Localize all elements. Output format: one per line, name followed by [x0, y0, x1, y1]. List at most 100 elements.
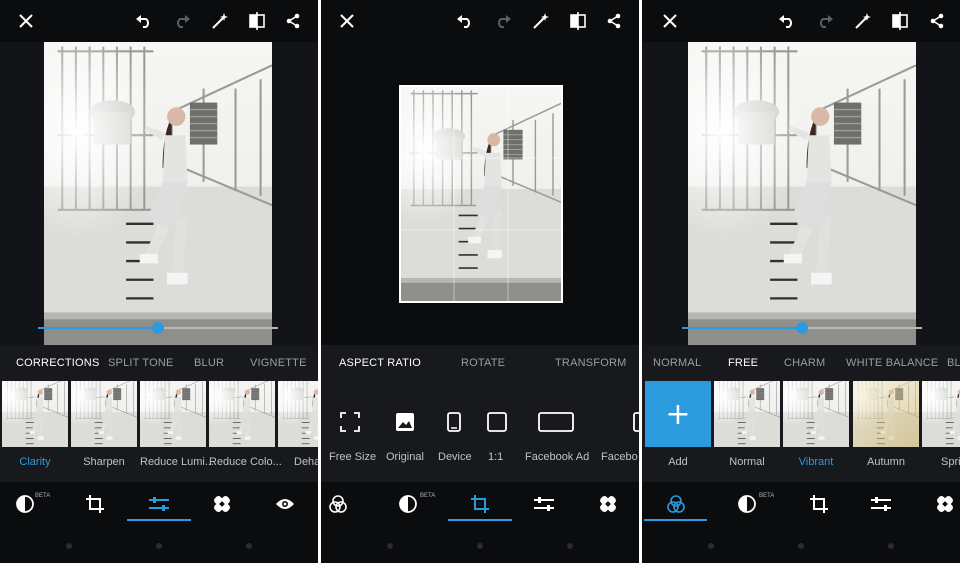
- top-toolbar: [642, 0, 960, 42]
- auto-fix-icon[interactable]: [208, 9, 232, 33]
- beta-badge: BETA: [420, 493, 436, 499]
- slider-fill: [38, 327, 158, 329]
- close-icon[interactable]: [335, 9, 359, 33]
- system-nav-bar: [0, 528, 318, 563]
- tab-more[interactable]: BL: [947, 357, 960, 369]
- thumbnail-autumn[interactable]: [853, 381, 919, 447]
- tab-normal[interactable]: NORMAL: [653, 357, 701, 369]
- beta-badge: BETA: [759, 493, 775, 499]
- thumbnail-vibrant[interactable]: [783, 381, 849, 447]
- option-label: Facebo: [601, 451, 638, 463]
- square-ratio-icon[interactable]: [482, 408, 512, 436]
- option-label: Free Size: [329, 451, 377, 463]
- thumbnail-sharpen[interactable]: [71, 381, 137, 447]
- share-icon[interactable]: [281, 9, 305, 33]
- nav-recents[interactable]: [888, 543, 894, 549]
- top-toolbar: [0, 0, 318, 42]
- eye-icon[interactable]: [272, 492, 298, 516]
- screen-looks: NORMAL FREE CHARM WHITE BALANCE BL + Add…: [642, 0, 960, 563]
- looks-icon[interactable]: [734, 492, 760, 516]
- slider-thumb[interactable]: [152, 322, 164, 334]
- undo-icon[interactable]: [775, 9, 799, 33]
- active-tool-indicator: [448, 519, 512, 521]
- photo-canvas[interactable]: [0, 42, 318, 345]
- tab-rotate[interactable]: ROTATE: [461, 357, 505, 369]
- undo-icon[interactable]: [453, 9, 477, 33]
- crop-canvas[interactable]: [321, 42, 639, 345]
- thumbnail-normal[interactable]: [714, 381, 780, 447]
- screen-corrections: CORRECTIONS SPLIT TONE BLUR VIGNETTE Cla…: [0, 0, 318, 563]
- intensity-slider[interactable]: [682, 322, 922, 334]
- thumbnail-dehaze[interactable]: [278, 381, 318, 447]
- tab-white-balance[interactable]: WHITE BALANCE: [846, 357, 938, 369]
- active-tool-indicator: [127, 519, 191, 521]
- thumbnail-label: Autumn: [867, 456, 905, 468]
- redo-icon[interactable]: [491, 9, 515, 33]
- adjustments-icon[interactable]: [146, 492, 172, 516]
- thumbnail-reduce-luminance[interactable]: [140, 381, 206, 447]
- crop-icon[interactable]: [806, 492, 832, 516]
- option-label: 1:1: [488, 451, 504, 463]
- nav-home[interactable]: [477, 543, 483, 549]
- tab-split-tone[interactable]: SPLIT TONE: [108, 357, 174, 369]
- slider-thumb[interactable]: [796, 322, 808, 334]
- healing-icon[interactable]: [209, 492, 235, 516]
- share-icon[interactable]: [602, 9, 626, 33]
- nav-back[interactable]: [66, 543, 72, 549]
- facebook-cover-icon[interactable]: [625, 408, 639, 436]
- nav-home[interactable]: [156, 543, 162, 549]
- facebook-ad-icon[interactable]: [537, 408, 575, 436]
- screen-crop: ASPECT RATIO ROTATE TRANSFORM Free Size …: [321, 0, 639, 563]
- intensity-slider[interactable]: [38, 322, 278, 334]
- tab-transform[interactable]: TRANSFORM: [555, 357, 626, 369]
- tab-aspect-ratio[interactable]: ASPECT RATIO: [339, 357, 421, 369]
- themes-icon[interactable]: [663, 492, 689, 516]
- tab-corrections[interactable]: CORRECTIONS: [16, 357, 99, 369]
- thumbnail-label: Normal: [729, 456, 765, 468]
- nav-recents[interactable]: [246, 543, 252, 549]
- thumbnail-reduce-color[interactable]: [209, 381, 275, 447]
- nav-home[interactable]: [798, 543, 804, 549]
- tab-free[interactable]: FREE: [728, 357, 758, 369]
- category-tabs: CORRECTIONS SPLIT TONE BLUR VIGNETTE: [0, 345, 318, 381]
- adjustments-icon[interactable]: [531, 492, 557, 516]
- adjustments-icon[interactable]: [868, 492, 894, 516]
- active-tool-indicator: [644, 519, 707, 521]
- close-icon[interactable]: [658, 9, 682, 33]
- close-icon[interactable]: [14, 9, 38, 33]
- healing-icon[interactable]: [932, 492, 958, 516]
- auto-fix-icon[interactable]: [851, 9, 875, 33]
- nav-recents[interactable]: [567, 543, 573, 549]
- crop-frame[interactable]: [399, 85, 563, 303]
- photo: [688, 42, 916, 345]
- add-look-button[interactable]: +: [645, 381, 711, 447]
- nav-back[interactable]: [708, 543, 714, 549]
- tab-vignette[interactable]: VIGNETTE: [250, 357, 307, 369]
- redo-icon[interactable]: [170, 9, 194, 33]
- crop-icon[interactable]: [82, 492, 108, 516]
- bottom-tool-bar: BETA: [0, 482, 318, 528]
- add-label: Add: [668, 456, 688, 468]
- crop-icon[interactable]: [467, 492, 493, 516]
- original-icon[interactable]: [390, 408, 420, 436]
- compare-icon[interactable]: [566, 9, 590, 33]
- redo-icon[interactable]: [813, 9, 837, 33]
- thumbnail-clarity[interactable]: [2, 381, 68, 447]
- healing-icon[interactable]: [595, 492, 621, 516]
- undo-icon[interactable]: [132, 9, 156, 33]
- nav-back[interactable]: [387, 543, 393, 549]
- share-icon[interactable]: [925, 9, 949, 33]
- tab-blur[interactable]: BLUR: [194, 357, 224, 369]
- thumbnail-spring[interactable]: [922, 381, 960, 447]
- themes-icon[interactable]: [325, 492, 351, 516]
- auto-fix-icon[interactable]: [529, 9, 553, 33]
- free-size-icon[interactable]: [335, 408, 365, 436]
- device-icon[interactable]: [439, 408, 469, 436]
- system-nav-bar: [642, 528, 960, 563]
- photo-canvas[interactable]: [642, 42, 960, 345]
- tab-charm[interactable]: CHARM: [784, 357, 825, 369]
- compare-icon[interactable]: [245, 9, 269, 33]
- compare-icon[interactable]: [888, 9, 912, 33]
- looks-icon[interactable]: [395, 492, 421, 516]
- thumbnail-label: Reduce Lumi...: [140, 456, 214, 468]
